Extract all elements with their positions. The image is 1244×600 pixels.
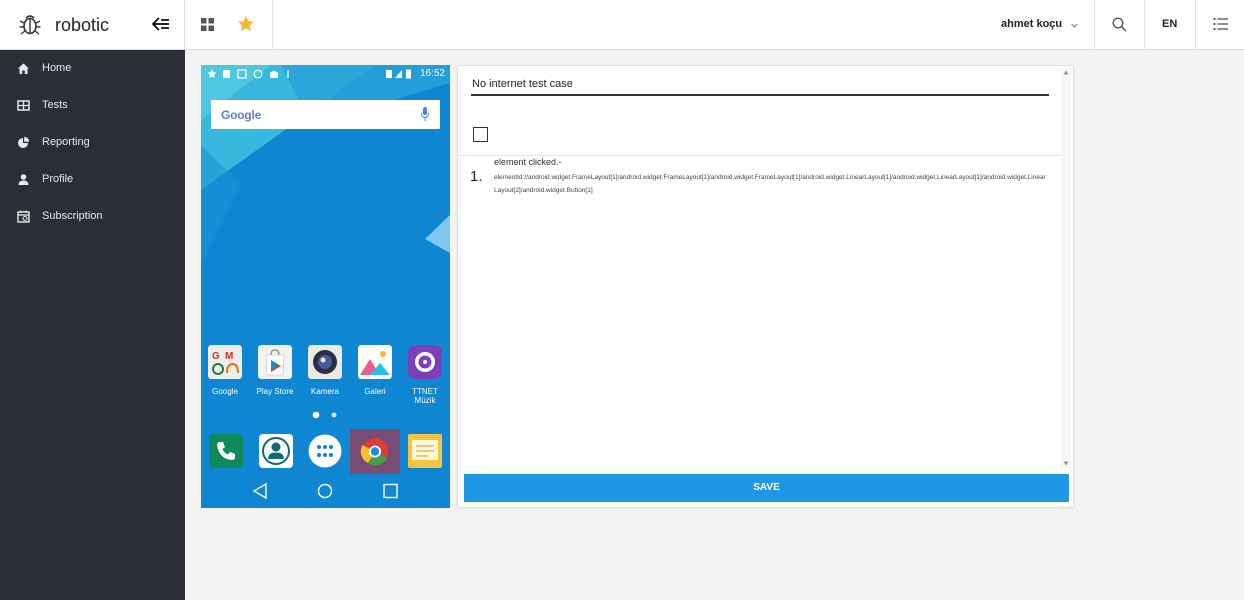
arrow-collapse-icon[interactable] [151,14,171,34]
search-icon [1112,17,1127,32]
notification-icons [208,69,289,79]
svg-text:G: G [212,351,220,362]
svg-text:M: M [225,351,233,362]
chevron-down-icon[interactable] [1070,21,1079,30]
back-icon [252,482,267,500]
home-circle-icon [317,483,333,499]
app-label: Google [212,387,238,396]
recents-icon [383,483,398,499]
play-store-icon [258,345,292,379]
app-drawer-icon[interactable] [308,434,342,468]
sidebar-item-subscription[interactable]: Subscription [0,198,185,235]
chrome-icon[interactable] [350,429,400,474]
user-name[interactable]: ahmet koçu [1001,18,1062,30]
search-button[interactable] [1095,0,1144,49]
sidebar-item-profile[interactable]: Profile [0,161,185,198]
table-icon [17,100,30,111]
contacts-icon[interactable] [259,434,293,468]
gmail-apps-icon: G M [208,345,242,379]
app-play-store[interactable]: Play Store [254,345,296,396]
menu-button[interactable] [1196,0,1244,49]
divider [458,155,1061,156]
clock: 16:52 [419,68,445,79]
app-label: TTNET Müzik [412,387,438,405]
bug-icon [19,15,41,35]
home-icon [18,63,29,74]
user-icon [18,174,29,185]
grid-button[interactable] [185,0,229,49]
app-ttnet-muzik[interactable]: TTNET Müzik [404,345,446,405]
sidebar-item-label: Home [42,62,72,74]
header-divider [272,0,273,49]
sidebar-item-label: Tests [42,99,68,111]
app-galeri[interactable]: Galeri [354,345,396,396]
pie-chart-icon [18,136,30,148]
brand-name: robotic [55,15,110,35]
app-label: Play Store [256,387,294,396]
music-icon [408,345,442,379]
test-case-checkbox[interactable] [473,127,488,142]
sidebar-item-label: Profile [42,173,74,185]
language-button[interactable]: EN [1145,0,1195,49]
sidebar-item-tests[interactable]: Tests [0,87,185,124]
scroll-up-icon[interactable] [1063,70,1069,75]
step-detail: elementId://android.widget.FrameLayout[1… [494,174,1046,194]
android-navbar [252,482,398,500]
favorites-button[interactable] [229,0,273,49]
page-indicator [312,411,337,419]
status-bar: 16:52 [201,65,450,83]
google-search-bar[interactable]: Google [211,100,440,129]
app-label: Galeri [364,387,386,396]
sidebar-item-home[interactable]: Home [0,50,185,87]
app-google[interactable]: G M Google [204,345,246,396]
step-title: element clicked.- [494,157,562,167]
app-label: Kamera [310,387,339,396]
star-icon [237,15,255,32]
google-logo: Google [221,108,262,122]
test-case-name-input[interactable] [471,74,1049,96]
signal-battery-icon [386,69,411,79]
camera-icon [308,345,342,379]
sidebar: Home Tests Reporting Profile Subscriptio… [0,50,185,600]
notes-icon[interactable] [408,434,442,468]
step-number: 1. [470,168,483,185]
phone-icon[interactable] [209,434,243,468]
sidebar-item-reporting[interactable]: Reporting [0,124,185,161]
list-icon [1213,17,1228,31]
app-kamera[interactable]: Kamera [304,345,346,396]
top-header: ahmet koçu EN [185,0,1244,50]
brand-bar: robotic [0,0,185,50]
calendar-icon [17,210,30,223]
save-button[interactable]: SAVE [464,474,1069,502]
language-label: EN [1162,18,1178,30]
gallery-icon [358,345,392,379]
scrollbar[interactable] [1061,68,1071,468]
scroll-down-icon[interactable] [1063,461,1069,466]
sidebar-item-label: Reporting [42,136,90,148]
sidebar-item-label: Subscription [42,210,103,222]
device-screen[interactable]: 16:52 Google G M Google Play Store Kamer… [201,65,450,508]
test-case-editor: 1. element clicked.- elementId://android… [457,65,1074,508]
grid-icon [201,18,214,31]
microphone-icon[interactable] [421,107,429,122]
